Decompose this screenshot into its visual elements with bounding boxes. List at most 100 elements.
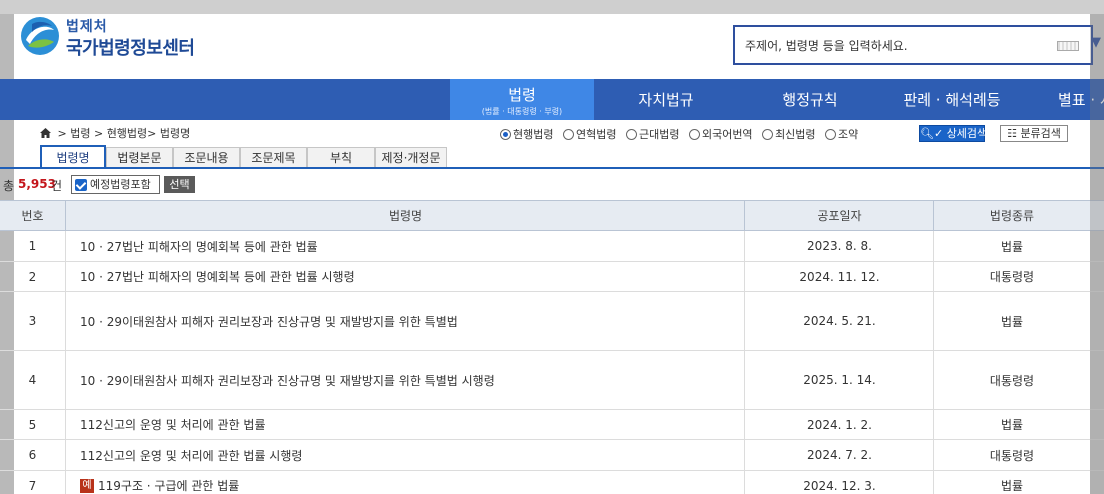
nav-item-label: 행정규칙 [782, 91, 838, 109]
row-type: 대통령령 [989, 448, 1035, 463]
row-date: 2024. 12. 3. [746, 471, 934, 494]
pending-law-badge: 예 [80, 478, 94, 493]
breadcrumb-separator: > [57, 127, 67, 140]
logo-org-name: 법제처 [66, 19, 108, 35]
column-header-law-name[interactable]: 법령명 [67, 201, 745, 230]
radio-label: 현행법령 [513, 128, 554, 141]
row-date: 2025. 1. 14. [746, 351, 934, 409]
radio-current-laws[interactable]: 현행법령 [500, 126, 553, 142]
radio-dot-icon [688, 129, 700, 140]
radio-treaties[interactable]: 조약 [825, 126, 858, 142]
nav-item-sublabel: (법률 · 대통령령 · 부령) [481, 107, 563, 116]
breadcrumb-separator: > [147, 127, 157, 140]
breadcrumb-item-laws[interactable]: 법령 [70, 127, 90, 140]
tab-supplementary[interactable]: 부칙 [307, 147, 375, 168]
column-header-promulgation-date[interactable]: 공포일자 [746, 201, 934, 230]
row-type: 대통령령 [989, 270, 1035, 284]
row-number: 1 [0, 231, 66, 261]
nav-item-admin-rules[interactable]: 행정규칙 [738, 79, 882, 120]
radio-label: 조약 [838, 128, 859, 141]
radio-label: 최신법령 [775, 128, 816, 141]
detail-search-icon: 🔍︎✓ [920, 127, 944, 140]
include-pending-checkbox[interactable]: 예정법령포함 [71, 175, 160, 194]
radio-modern-laws[interactable]: 근대법령 [625, 126, 680, 142]
category-search-button[interactable]: ☷ 분류검색 [1000, 125, 1068, 142]
breadcrumb: > 법령 > 현행법령> 법령명 [40, 125, 190, 141]
radio-translated-laws[interactable]: 외국어번역 [688, 126, 753, 142]
law-type-filter: 현행법령 연혁법령 근대법령 외국어번역 최신법령 조약 [500, 126, 864, 142]
table-header-row: 번호 법령명 공포일자 법령종류 [0, 200, 1104, 231]
row-type: 대통령령 [989, 373, 1035, 388]
tab-article-content[interactable]: 조문내용 [173, 147, 240, 168]
row-date: 2024. 11. 12. [746, 262, 934, 291]
total-unit: 건 [51, 179, 63, 193]
row-law-name-link[interactable]: 10 · 27법난 피해자의 명예회복 등에 관한 법률 시행령 [67, 262, 745, 291]
table-row: 2 10 · 27법난 피해자의 명예회복 등에 관한 법률 시행령 2024.… [0, 262, 1104, 292]
radio-label: 연혁법령 [575, 128, 617, 141]
row-type: 법률 [1000, 239, 1024, 254]
select-button[interactable]: 선택 [164, 176, 195, 193]
page-shade-right [1090, 14, 1104, 494]
keyboard-icon[interactable] [1057, 41, 1079, 51]
tab-enactment-text[interactable]: 제정·개정문 [375, 147, 447, 168]
breadcrumb-separator: > [93, 127, 104, 140]
radio-dot-icon [762, 129, 774, 140]
row-number: 6 [0, 440, 66, 470]
row-date: 2024. 5. 21. [746, 292, 934, 350]
logo-emblem-icon [21, 17, 59, 55]
radio-dot-icon [625, 129, 637, 140]
row-date: 2024. 1. 2. [746, 410, 934, 439]
tab-law-name[interactable]: 법령명 [40, 145, 106, 169]
category-search-label: 분류검색 [1020, 127, 1061, 140]
row-type: 법률 [1000, 418, 1024, 432]
table-row: 4 10 · 29이태원참사 피해자 권리보장과 진상규명 및 재발방지를 위한… [0, 351, 1104, 410]
row-law-name-link[interactable]: 10 · 27법난 피해자의 명예회복 등에 관한 법률 [67, 231, 745, 261]
nav-item-label: 판례 · 해석례등 [903, 91, 1001, 109]
logo-site-name: 국가법령정보센터 [66, 38, 195, 59]
main-nav: 법령 (법률 · 대통령령 · 부령) 자치법규 행정규칙 판례 · 해석례등 … [0, 79, 1104, 120]
radio-latest-laws[interactable]: 최신법령 [762, 126, 816, 142]
tab-law-body[interactable]: 법령본문 [106, 147, 173, 168]
search-input[interactable] [745, 36, 1045, 56]
table-row: 6 112신고의 운영 및 처리에 관한 법률 시행령 2024. 7. 2. … [0, 440, 1104, 471]
row-law-name-link[interactable]: 119구조 · 구급에 관한 법률 [98, 477, 239, 494]
site-logo[interactable]: 법제처 국가법령정보센터 [20, 16, 220, 60]
search-box: ▼ [733, 25, 1101, 65]
breadcrumb-item-law-name[interactable]: 법령명 [160, 127, 190, 140]
row-number: 2 [0, 262, 66, 291]
nav-item-label: 법령 [508, 86, 536, 104]
row-date: 2024. 7. 2. [746, 440, 934, 470]
row-number: 7 [0, 471, 66, 494]
detail-search-button[interactable]: 🔍︎✓ 상세검색 [919, 125, 988, 142]
row-date: 2023. 8. 8. [746, 231, 934, 261]
table-row: 7 예 119구조 · 구급에 관한 법률 2024. 12. 3. 법률 [0, 471, 1104, 494]
row-law-name-link[interactable]: 112신고의 운영 및 처리에 관한 법률 [67, 410, 745, 439]
detail-search-label: 상세검색 [946, 127, 988, 140]
row-law-name-link[interactable]: 112신고의 운영 및 처리에 관한 법률 시행령 [67, 440, 745, 470]
total-label: 총 [3, 179, 15, 193]
column-header-number[interactable]: 번호 [0, 201, 66, 230]
checkbox-checked-icon [75, 179, 87, 191]
radio-historical-laws[interactable]: 연혁법령 [562, 126, 617, 142]
nav-item-label: 자치법규 [638, 91, 694, 109]
radio-dot-icon [500, 129, 511, 140]
row-type: 법률 [1000, 314, 1024, 329]
row-law-name-link[interactable]: 10 · 29이태원참사 피해자 권리보장과 진상규명 및 재발방지를 위한 특… [67, 351, 745, 409]
table-row: 5 112신고의 운영 및 처리에 관한 법률 2024. 1. 2. 법률 [0, 410, 1104, 440]
breadcrumb-item-current-laws[interactable]: 현행법령 [107, 127, 147, 140]
home-icon[interactable] [40, 128, 51, 138]
radio-label: 근대법령 [638, 128, 680, 141]
tab-article-title[interactable]: 조문제목 [240, 147, 307, 168]
table-row: 1 10 · 27법난 피해자의 명예회복 등에 관한 법률 2023. 8. … [0, 231, 1104, 262]
radio-dot-icon [562, 129, 574, 140]
nav-item-precedents[interactable]: 판례 · 해석례등 [880, 79, 1024, 120]
category-search-icon: ☷ [1007, 127, 1017, 140]
row-law-name-link[interactable]: 10 · 29이태원참사 피해자 권리보장과 진상규명 및 재발방지를 위한 특… [67, 292, 745, 350]
nav-item-laws[interactable]: 법령 (법률 · 대통령령 · 부령) [450, 79, 594, 120]
row-number: 5 [0, 410, 66, 439]
radio-dot-icon [825, 129, 837, 140]
nav-item-local-laws[interactable]: 자치법규 [594, 79, 738, 120]
row-law-name-cell: 예 119구조 · 구급에 관한 법률 [67, 471, 745, 494]
column-header-law-type[interactable]: 법령종류 [935, 201, 1104, 230]
row-number: 3 [0, 292, 66, 350]
